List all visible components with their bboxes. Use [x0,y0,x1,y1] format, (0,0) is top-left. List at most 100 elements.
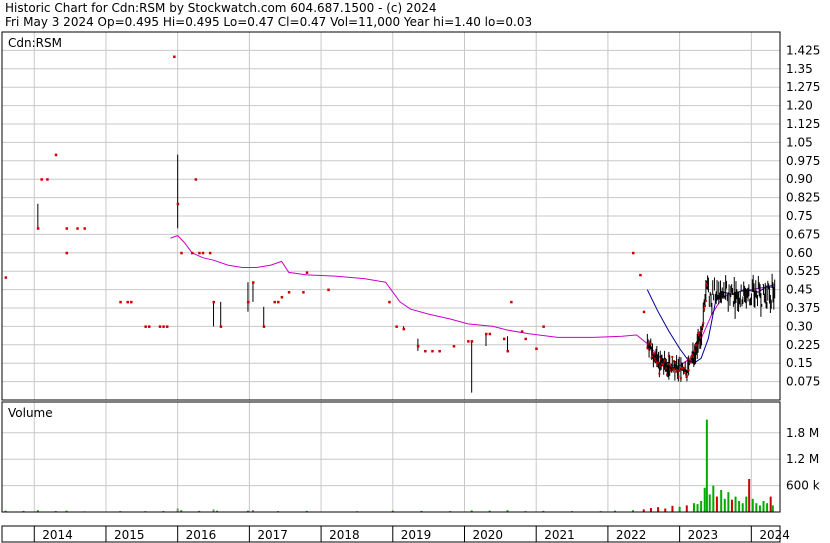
volume-bars [4,419,774,512]
year-label: 2016 [186,528,217,542]
close-marker [679,377,682,380]
close-marker [198,251,201,255]
volume-bar [705,419,708,512]
volume-bar [700,501,703,512]
grid [2,32,780,512]
close-marker [703,305,706,308]
volume-bar [649,508,652,512]
volume-bar [723,498,726,512]
close-marker [277,300,280,304]
volume-bar [664,508,667,512]
year-label: 2017 [257,528,288,542]
close-marker [46,178,49,181]
close-marker [201,251,205,255]
close-marker [502,337,506,341]
year-label: 2024 [759,528,790,542]
volume-bar [176,508,179,512]
close-marker [668,363,671,366]
volume-panel-frame [1,401,781,513]
close-marker [542,325,545,328]
close-marker [212,300,216,304]
close-marker [416,345,420,348]
moving-averages [170,235,776,367]
close-marker [388,300,391,304]
price-tick-label: 0.675 [786,227,820,241]
close-marker [632,251,635,255]
close-marker [395,325,398,328]
close-marker [424,349,427,353]
close-marker [36,227,40,230]
close-marker [4,276,8,279]
close-marker [639,273,642,277]
close-marker [262,325,266,328]
close-marker [703,308,706,311]
close-marker [506,349,510,353]
volume-bar [696,504,699,512]
price-tick-label: 1.05 [786,135,813,149]
close-marker [688,358,691,361]
volume-tick-label: 1.8 M [786,426,819,440]
price-tick-label: 0.75 [786,209,813,223]
year-label: 2023 [688,528,719,542]
volume-label: Volume [8,406,53,420]
close-marker [704,299,707,302]
close-marker [40,178,43,181]
close-marker [180,251,183,255]
close-marker [219,325,223,328]
close-marker [158,325,162,328]
price-tick-label: 1.125 [786,117,820,131]
year-label: 2019 [401,528,432,542]
close-marker [510,300,513,304]
close-marker [671,355,674,358]
volume-bar [692,503,695,512]
close-marker [165,325,169,328]
price-tick-label: 0.975 [786,154,820,168]
axes: 1.425 1.35 1.275 1.20 1.125 1.05 0.975 0.90 0.82… [33,43,820,542]
close-marker [470,340,474,343]
price-tick-label: 1.20 [786,99,813,113]
close-marker [438,349,441,353]
close-marker [54,153,58,157]
close-marker [520,330,524,333]
volume-bar [771,505,774,512]
close-marker [126,300,129,304]
close-marker [173,55,176,59]
close-marker [280,295,284,299]
price-tick-label: 1.425 [786,43,820,57]
close-marker [191,251,194,255]
close-marker [678,369,681,372]
close-marker [700,330,703,333]
volume-bar [657,507,660,512]
volume-bar [741,503,744,512]
close-marker [251,281,255,284]
price-tick-label: 0.90 [786,172,813,186]
close-marker [176,202,180,206]
year-label: 2014 [42,528,73,542]
close-marker [402,327,406,331]
close-marker [642,310,646,314]
close-marker [524,337,527,341]
volume-bar [734,496,737,512]
close-marker [535,347,538,350]
year-label: 2022 [616,528,647,542]
close-marker [658,372,661,375]
volume-bar [748,479,751,512]
volume-bar [671,505,674,512]
price-tick-label: 0.525 [786,264,820,278]
volume-bar [755,503,758,512]
volume-bar [738,501,741,512]
year-label: 2018 [329,528,360,542]
volume-bar [727,492,730,512]
year-label: 2020 [472,528,503,542]
close-marker [246,300,250,304]
volume-bar [751,498,754,512]
price-tick-label: 1.35 [786,62,813,76]
close-marker [452,345,456,348]
close-marker [485,332,488,336]
close-marker [65,251,69,255]
close-marker [208,251,212,255]
close-marker [327,288,330,292]
close-marker [147,325,151,328]
volume-bar [703,487,706,512]
volume-bar [712,485,715,512]
